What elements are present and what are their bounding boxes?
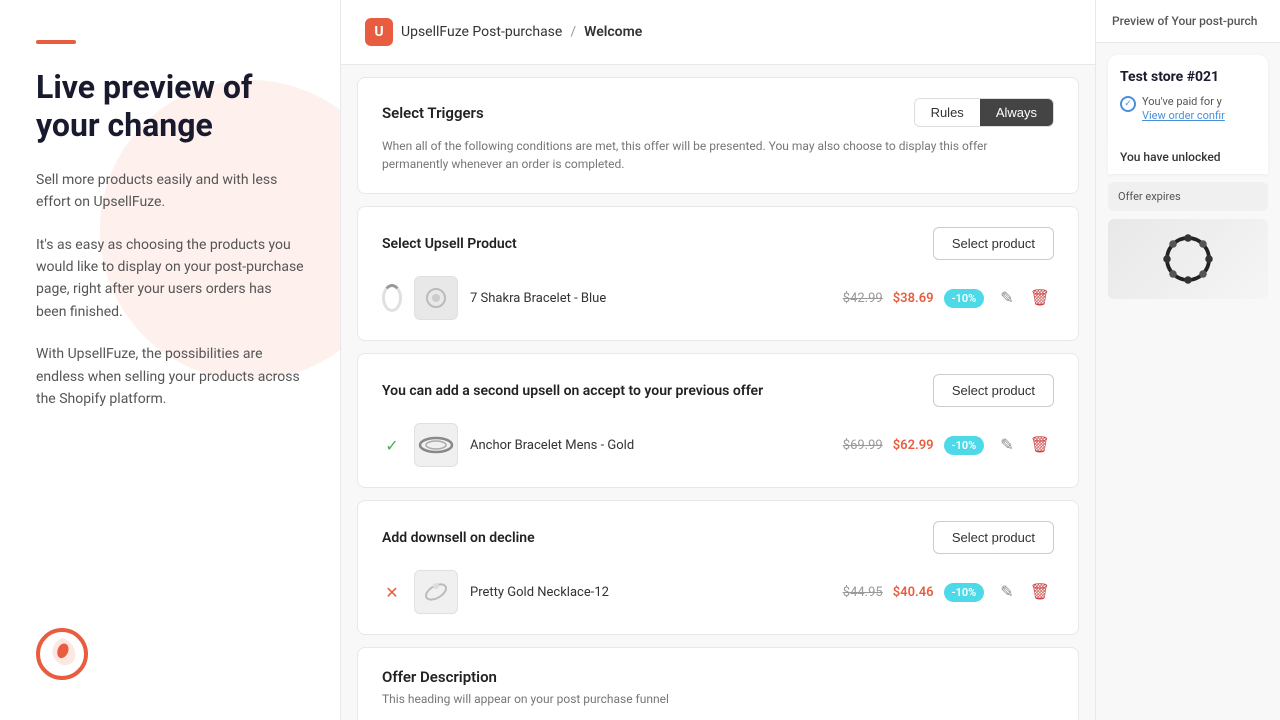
- second-upsell-header: You can add a second upsell on accept to…: [382, 374, 1054, 407]
- preview-unlocked-text: You have unlocked: [1120, 150, 1256, 164]
- second-upsell-product-row: ✓ Anchor Bracelet Mens - Gold $69.99 $62…: [382, 423, 1054, 467]
- downsell-original-price: $44.95: [843, 585, 883, 600]
- preview-body: Test store #021 ✓ You've paid for y View…: [1096, 43, 1280, 311]
- preview-store-name: Test store #021: [1120, 69, 1256, 85]
- second-upsell-actions: ✎ 🗑: [996, 431, 1054, 459]
- downsell-discount-badge: -10%: [944, 583, 985, 602]
- second-upsell-sale-price: $62.99: [893, 438, 934, 453]
- offer-description-section: Offer Description This heading will appe…: [357, 647, 1079, 720]
- upsell-edit-button[interactable]: ✎: [996, 284, 1017, 312]
- preview-bracelet-image: [1108, 219, 1268, 299]
- upsell-discount-badge: -10%: [944, 289, 985, 308]
- second-upsell-product-name: Anchor Bracelet Mens - Gold: [470, 438, 831, 453]
- downsell-select-button[interactable]: Select product: [933, 521, 1054, 554]
- app-icon: U: [365, 18, 393, 46]
- downsell-title: Add downsell on decline: [382, 530, 535, 546]
- preview-view-order-link[interactable]: View order confir: [1142, 109, 1225, 122]
- second-upsell-select-button[interactable]: Select product: [933, 374, 1054, 407]
- upsell-select-button[interactable]: Select product: [933, 227, 1054, 260]
- upsell-product-actions: ✎ 🗑: [996, 284, 1054, 312]
- always-button[interactable]: Always: [980, 99, 1053, 126]
- preview-offer-expires: Offer expires: [1108, 182, 1268, 211]
- preview-header: Preview of Your post-purch: [1096, 0, 1280, 43]
- preview-paid-text: You've paid for y: [1142, 95, 1225, 109]
- second-upsell-delete-button[interactable]: 🗑: [1026, 431, 1054, 459]
- triggers-title: Select Triggers: [382, 104, 484, 122]
- breadcrumb-app-name: UpsellFuze Post-purchase: [401, 24, 562, 40]
- upsell-product-thumb: [414, 276, 458, 320]
- upsell-product-name: 7 Shakra Bracelet - Blue: [470, 291, 831, 306]
- accent-bar: [36, 40, 76, 44]
- upsell-title: Select Upsell Product: [382, 236, 517, 252]
- upsell-product-prices: $42.99 $38.69 -10%: [843, 289, 985, 308]
- paragraph-2: It's as easy as choosing the products yo…: [36, 234, 304, 324]
- downsell-product-row: ✕ Pretty Gold Necklace-12 $44.95 $40.46 …: [382, 570, 1054, 614]
- second-upsell-product-thumb: [414, 423, 458, 467]
- second-upsell-edit-button[interactable]: ✎: [996, 431, 1017, 459]
- upsell-original-price: $42.99: [843, 291, 883, 306]
- left-panel: Live preview of your change Sell more pr…: [0, 0, 340, 720]
- downsell-actions: ✎ 🗑: [996, 578, 1054, 606]
- downsell-product-name: Pretty Gold Necklace-12: [470, 585, 831, 600]
- paragraph-1: Sell more products easily and with less …: [36, 169, 304, 214]
- check-circle-icon: ✓: [1120, 96, 1136, 112]
- upsell-status-icon: [382, 284, 402, 312]
- preview-panel: Preview of Your post-purch Test store #0…: [1095, 0, 1280, 720]
- main-content: U UpsellFuze Post-purchase / Welcome Sel…: [340, 0, 1095, 720]
- downsell-edit-button[interactable]: ✎: [996, 578, 1017, 606]
- triggers-section: Select Triggers Rules Always When all of…: [357, 77, 1079, 194]
- offer-description-title: Offer Description: [382, 668, 1054, 686]
- offer-description-subtitle: This heading will appear on your post pu…: [382, 692, 1054, 706]
- breadcrumb: U UpsellFuze Post-purchase / Welcome: [341, 0, 1095, 65]
- downsell-product-thumb: [414, 570, 458, 614]
- breadcrumb-separator: /: [570, 24, 576, 40]
- second-upsell-title: You can add a second upsell on accept to…: [382, 383, 763, 399]
- downsell-sale-price: $40.46: [893, 585, 934, 600]
- upsell-sale-price: $38.69: [893, 291, 934, 306]
- downsell-section: Add downsell on decline Select product ✕…: [357, 500, 1079, 635]
- breadcrumb-current: Welcome: [584, 24, 642, 40]
- upsell-product-section: Select Upsell Product Select product 7 S…: [357, 206, 1079, 341]
- paragraph-3: With UpsellFuze, the possibilities are e…: [36, 343, 304, 410]
- upsell-product-row: 7 Shakra Bracelet - Blue $42.99 $38.69 -…: [382, 276, 1054, 320]
- rules-button[interactable]: Rules: [915, 99, 980, 126]
- second-upsell-discount-badge: -10%: [944, 436, 985, 455]
- headline: Live preview of your change: [36, 68, 304, 145]
- second-upsell-original-price: $69.99: [843, 438, 883, 453]
- downsell-header: Add downsell on decline Select product: [382, 521, 1054, 554]
- downsell-prices: $44.95 $40.46 -10%: [843, 583, 985, 602]
- upsell-header: Select Upsell Product Select product: [382, 227, 1054, 260]
- second-upsell-prices: $69.99 $62.99 -10%: [843, 436, 985, 455]
- triggers-description: When all of the following conditions are…: [382, 137, 1054, 173]
- second-upsell-status-icon: ✓: [382, 436, 402, 455]
- downsell-status-icon: ✕: [382, 583, 402, 602]
- trigger-buttons: Rules Always: [914, 98, 1054, 127]
- upsell-delete-button[interactable]: 🗑: [1026, 284, 1054, 312]
- brand-logo: [36, 628, 88, 684]
- triggers-header: Select Triggers Rules Always: [382, 98, 1054, 127]
- second-upsell-section: You can add a second upsell on accept to…: [357, 353, 1079, 488]
- downsell-delete-button[interactable]: 🗑: [1026, 578, 1054, 606]
- preview-order-confirm: ✓ You've paid for y View order confir: [1120, 95, 1256, 122]
